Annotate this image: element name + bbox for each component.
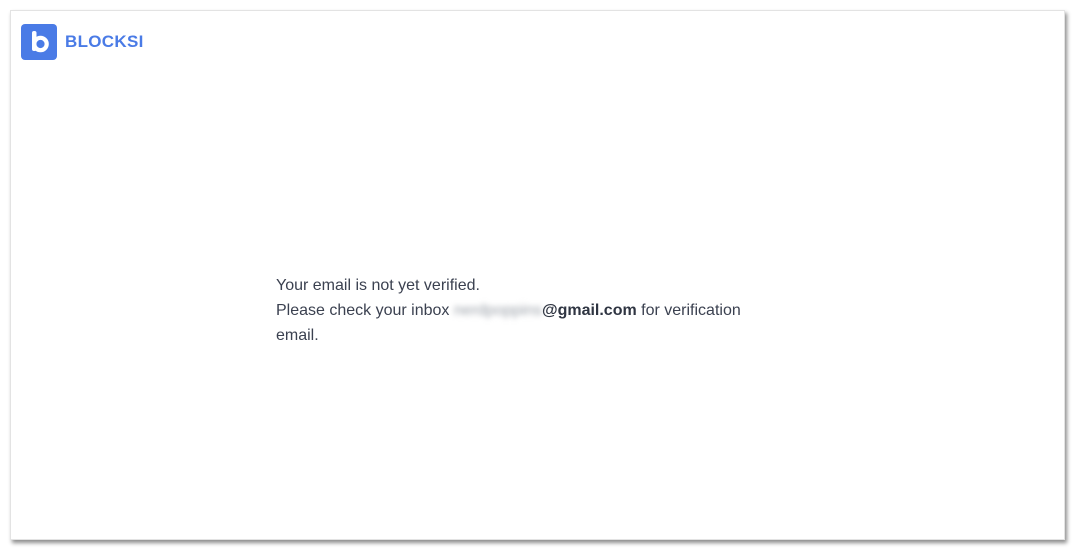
- email-local-blurred: nerdpoppins: [453, 302, 542, 319]
- brand-header[interactable]: BLOCKSI: [21, 24, 144, 60]
- message-line-2-prefix: Please check your inbox: [276, 302, 450, 319]
- email-domain: @gmail.com: [541, 302, 637, 319]
- message-line-2: Please check your inbox nerdpoppins@gmai…: [276, 298, 816, 323]
- brand-name: BLOCKSI: [65, 32, 144, 51]
- verification-message: Your email is not yet verified. Please c…: [276, 273, 816, 348]
- blocksi-logo-icon: [21, 24, 57, 60]
- verification-page: BLOCKSI Your email is not yet verified. …: [10, 10, 1065, 540]
- message-line-3: email.: [276, 327, 319, 344]
- message-line-2-suffix: for verification: [641, 302, 741, 319]
- message-line-1: Your email is not yet verified.: [276, 277, 480, 294]
- logo-glyph: [32, 31, 49, 53]
